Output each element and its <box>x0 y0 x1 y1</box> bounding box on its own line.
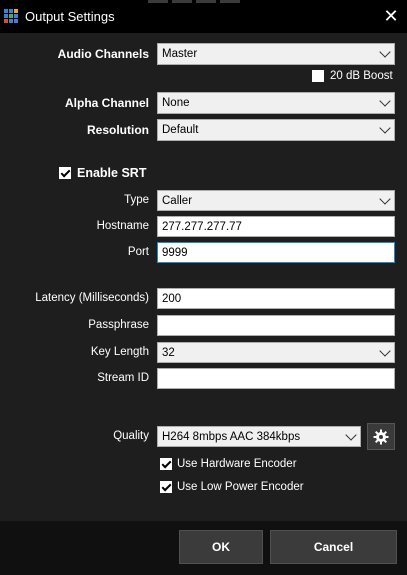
passphrase-input[interactable] <box>157 315 395 336</box>
enable-srt-checkbox[interactable] <box>59 167 71 179</box>
key-length-label: Key Length <box>90 346 149 358</box>
cancel-button[interactable]: Cancel <box>270 530 397 564</box>
audio-channels-label: Audio Channels <box>57 47 149 61</box>
quality-label: Quality <box>113 430 149 442</box>
key-length-value: 32 <box>162 346 175 359</box>
boost-checkbox[interactable] <box>312 70 324 82</box>
close-button[interactable]: ✕ <box>375 0 407 33</box>
alpha-channel-select[interactable]: None <box>157 92 395 114</box>
enable-srt-label: Enable SRT <box>77 166 147 180</box>
resolution-label: Resolution <box>87 123 149 137</box>
stream-id-label: Stream ID <box>97 372 149 384</box>
title-bar: Output Settings ✕ <box>0 0 407 33</box>
passphrase-label: Passphrase <box>88 319 149 331</box>
boost-label: 20 dB Boost <box>330 70 393 82</box>
resolution-select[interactable]: Default <box>157 119 395 141</box>
title-bar-decoration <box>148 0 407 3</box>
type-label: Type <box>124 194 149 206</box>
quality-value: H264 8mbps AAC 384kbps <box>162 430 301 443</box>
latency-input[interactable]: 200 <box>157 288 395 309</box>
type-value: Caller <box>162 194 193 207</box>
key-length-select[interactable]: 32 <box>157 342 395 363</box>
chevron-down-icon <box>379 46 391 58</box>
chevron-down-icon <box>379 192 391 205</box>
latency-label: Latency (Milliseconds) <box>35 292 149 304</box>
dialog-footer: OK Cancel <box>0 521 407 575</box>
port-value: 9999 <box>162 246 188 259</box>
stream-id-input[interactable] <box>157 368 395 389</box>
audio-channels-select[interactable]: Master <box>157 43 395 65</box>
hardware-encoder-checkbox[interactable] <box>160 458 172 470</box>
port-label: Port <box>127 246 149 258</box>
quality-settings-button[interactable] <box>367 423 395 450</box>
hostname-label: Hostname <box>96 220 149 232</box>
resolution-value: Default <box>162 124 199 136</box>
quality-select[interactable]: H264 8mbps AAC 384kbps <box>157 426 361 447</box>
chevron-down-icon <box>379 122 391 134</box>
type-select[interactable]: Caller <box>157 190 395 211</box>
latency-value: 200 <box>162 292 182 305</box>
audio-channels-value: Master <box>162 48 198 60</box>
gear-icon <box>373 429 389 444</box>
chevron-down-icon <box>379 95 391 107</box>
output-settings-dialog: Output Settings ✕ Audio Channels Master … <box>0 0 407 575</box>
close-icon: ✕ <box>383 6 399 26</box>
hostname-input[interactable]: 277.277.277.77 <box>157 216 395 237</box>
hostname-value: 277.277.277.77 <box>162 220 242 233</box>
window-title: Output Settings <box>25 9 115 24</box>
ok-button[interactable]: OK <box>179 530 263 564</box>
alpha-channel-value: None <box>162 97 190 109</box>
low-power-encoder-checkbox[interactable] <box>160 481 172 493</box>
hardware-encoder-label: Use Hardware Encoder <box>177 458 297 470</box>
app-icon <box>4 9 19 24</box>
chevron-down-icon <box>379 344 391 357</box>
low-power-encoder-label: Use Low Power Encoder <box>177 481 304 493</box>
chevron-down-icon <box>345 428 357 441</box>
alpha-channel-label: Alpha Channel <box>64 96 149 110</box>
port-input[interactable]: 9999 <box>157 242 395 263</box>
